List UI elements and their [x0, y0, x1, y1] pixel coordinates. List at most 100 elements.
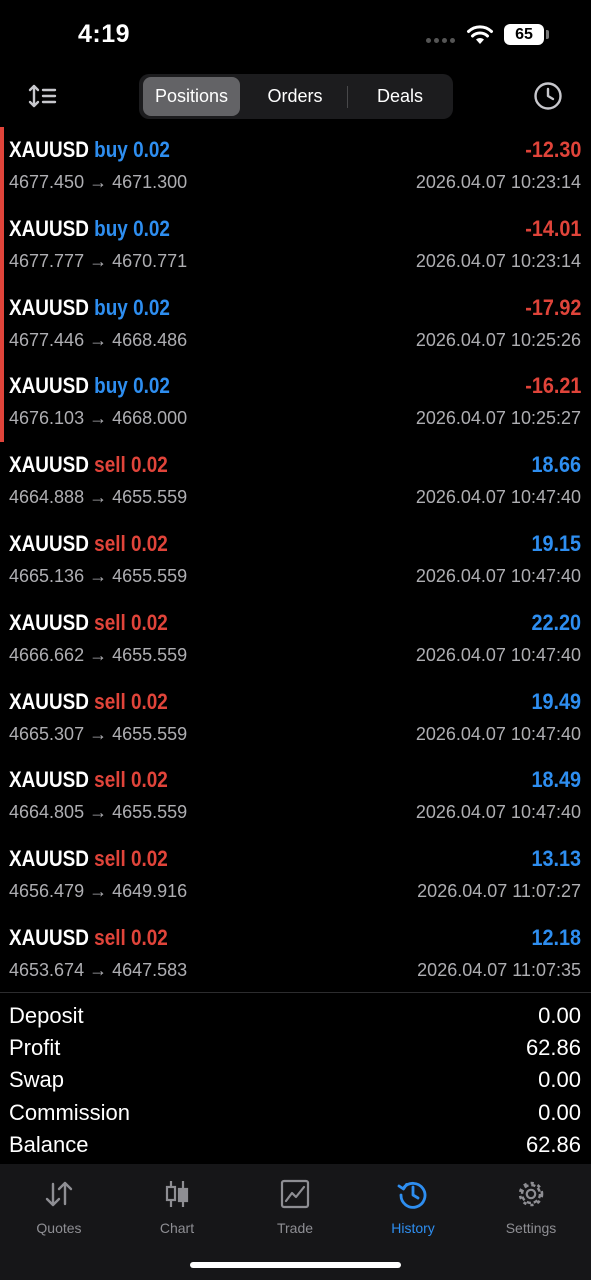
trade-side: sell [94, 530, 126, 556]
trade-prices: 4664.888 → 4655.559 [9, 487, 187, 508]
close-price: 4655.559 [112, 802, 188, 823]
close-price: 4668.000 [112, 408, 188, 429]
trade-volume: 0.02 [133, 215, 170, 241]
trade-side: sell [94, 609, 126, 635]
trade-row[interactable]: XAUUSD buy 0.02 4677.777 → 4670.771 -14.01… [0, 205, 591, 285]
tab-chart-label: Chart [159, 1220, 195, 1236]
trade-row[interactable]: XAUUSD buy 0.02 4677.446 → 4668.486 -17.92… [0, 284, 591, 364]
trade-title: XAUUSD sell 0.02 [9, 925, 168, 951]
arrow-right-icon: → [89, 329, 108, 350]
close-price: 4655.559 [112, 644, 188, 665]
summary-row: Balance 62.86 [0, 1130, 591, 1162]
trade-title: XAUUSD buy 0.02 [9, 373, 170, 399]
tab-settings[interactable]: Settings [472, 1174, 590, 1244]
trade-profit: 19.49 [531, 688, 581, 714]
trade-profit: 13.13 [531, 846, 581, 872]
trade-row[interactable]: XAUUSD sell 0.02 4664.805 → 4655.559 18.49… [0, 757, 591, 836]
close-price: 4670.771 [112, 250, 188, 271]
trade-row[interactable]: XAUUSD sell 0.02 4653.674 → 4647.583 12.18… [0, 915, 591, 994]
trade-time: 2026.04.07 10:25:27 [415, 408, 581, 429]
tab-history-label: History [391, 1220, 435, 1236]
header: Positions Orders Deals [0, 70, 591, 124]
trade-prices: 4664.805 → 4655.559 [9, 802, 187, 823]
trade-row[interactable]: XAUUSD sell 0.02 4665.136 → 4655.559 19.15… [0, 521, 591, 600]
trade-prices: 4656.479 → 4649.916 [9, 881, 187, 902]
close-price: 4655.559 [112, 723, 188, 744]
trade-title: XAUUSD buy 0.02 [9, 216, 170, 242]
trade-row[interactable]: XAUUSD sell 0.02 4665.307 → 4655.559 19.49… [0, 679, 591, 758]
trade-side: sell [94, 924, 126, 950]
clock-icon[interactable] [532, 80, 564, 112]
close-price: 4671.300 [112, 172, 188, 192]
battery-indicator: 65 [504, 24, 544, 45]
tab-positions[interactable]: Positions [143, 77, 240, 116]
trade-row[interactable]: XAUUSD sell 0.02 4656.479 → 4649.916 13.13… [0, 836, 591, 915]
trade-side: sell [94, 688, 126, 714]
close-price: 4655.559 [112, 487, 188, 508]
trade-title: XAUUSD sell 0.02 [9, 767, 168, 793]
tab-trade[interactable]: Trade [236, 1174, 354, 1244]
tab-settings-label: Settings [505, 1220, 557, 1236]
summary-value: 62.86 [525, 1035, 581, 1061]
trade-symbol: XAUUSD [9, 609, 89, 635]
trade-profit: -14.01 [524, 215, 581, 241]
arrow-right-icon: → [89, 723, 108, 744]
trade-profit: -12.30 [524, 137, 581, 162]
tab-chart[interactable]: Chart [118, 1174, 236, 1244]
trade-symbol: XAUUSD [9, 846, 89, 872]
sort-list-icon[interactable] [28, 82, 60, 110]
summary-label: Swap [9, 1067, 65, 1093]
status-time: 4:19 [78, 20, 131, 48]
trade-volume: 0.02 [130, 530, 168, 556]
trade-title: XAUUSD sell 0.02 [9, 846, 168, 872]
candlestick-icon [165, 1181, 189, 1207]
tab-quotes-label: Quotes [36, 1220, 82, 1236]
trade-time: 2026.04.07 10:47:40 [415, 487, 581, 508]
buy-position-accent-bar [0, 205, 4, 285]
trade-title: XAUUSD sell 0.02 [9, 452, 168, 478]
summary-row: Profit 62.86 [0, 1033, 591, 1065]
trade-volume: 0.02 [130, 609, 168, 635]
trade-side: sell [94, 767, 126, 793]
open-price: 4664.888 [9, 487, 85, 508]
trade-volume: 0.02 [133, 373, 170, 399]
buy-position-accent-bar [0, 127, 4, 206]
summary-row: Swap 0.00 [0, 1065, 591, 1097]
trade-row[interactable]: XAUUSD buy 0.02 4676.103 → 4668.000 -16.21… [0, 363, 591, 443]
segmented-control: Positions Orders Deals [139, 74, 453, 119]
summary-label: Profit [9, 1035, 61, 1061]
status-bar: 4:19 65 [0, 0, 591, 70]
trade-profit: 12.18 [531, 924, 581, 950]
summary-value: 0.00 [538, 1003, 581, 1028]
trade-row[interactable]: XAUUSD buy 0.02 4677.450 → 4671.300 -12.30… [0, 127, 591, 206]
trade-profit: 18.66 [531, 452, 581, 478]
segment-divider [347, 86, 348, 108]
trade-volume: 0.02 [130, 767, 168, 793]
battery-tip [546, 30, 549, 39]
trade-volume: 0.02 [130, 846, 168, 872]
trade-symbol: XAUUSD [9, 373, 89, 399]
close-price: 4649.916 [112, 881, 188, 902]
summary-label: Commission [9, 1099, 131, 1125]
buy-position-accent-bar [0, 284, 4, 364]
home-indicator [190, 1262, 401, 1268]
open-price: 4665.136 [9, 565, 85, 586]
arrow-right-icon: → [89, 959, 108, 980]
trade-prices: 4665.136 → 4655.559 [9, 566, 187, 587]
arrow-right-icon: → [89, 487, 108, 508]
trade-time: 2026.04.07 10:47:40 [415, 644, 581, 665]
arrow-right-icon: → [89, 881, 108, 902]
trade-row[interactable]: XAUUSD sell 0.02 4666.662 → 4655.559 22.20… [0, 600, 591, 679]
tab-history[interactable]: History [354, 1174, 472, 1244]
trade-side: sell [94, 846, 126, 872]
trade-time: 2026.04.07 10:23:14 [415, 172, 581, 192]
tab-deals[interactable]: Deals [349, 77, 451, 116]
tab-quotes[interactable]: Quotes [0, 1174, 118, 1244]
trade-side: sell [94, 452, 126, 478]
tab-orders[interactable]: Orders [243, 77, 347, 116]
trade-profit: -17.92 [524, 294, 581, 320]
open-price: 4653.674 [9, 959, 85, 980]
trade-row[interactable]: XAUUSD sell 0.02 4664.888 → 4655.559 18.66… [0, 442, 591, 521]
trade-volume: 0.02 [133, 294, 170, 320]
trade-history-list: XAUUSD buy 0.02 4677.450 → 4671.300 -12.30… [0, 127, 591, 994]
